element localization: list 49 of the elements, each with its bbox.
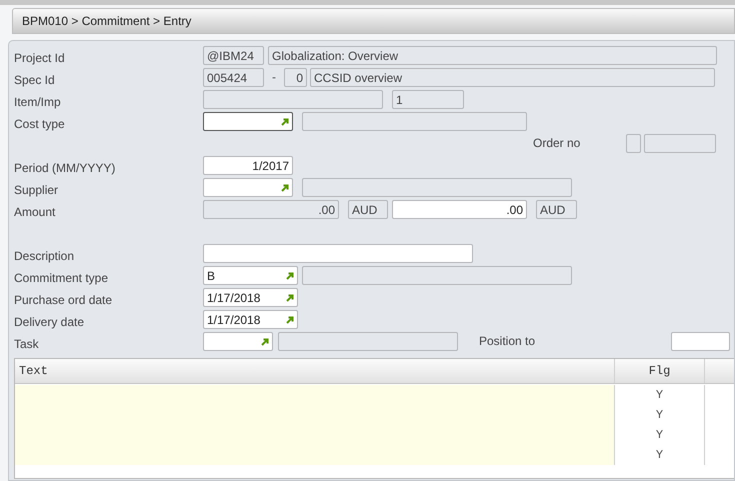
field-label: Order no (532, 135, 582, 152)
lookup-field[interactable] (203, 332, 273, 351)
flag-cell-text: Y (656, 427, 664, 444)
lookup-arrow-icon[interactable] (281, 184, 289, 192)
input-field[interactable] (671, 332, 730, 351)
readonly-field: .00 (203, 200, 339, 219)
lookup-arrow-icon[interactable] (281, 118, 289, 126)
lookup-field[interactable] (203, 178, 293, 197)
readonly-field (626, 134, 641, 153)
field-label: Spec Id (14, 73, 55, 87)
field-label: Supplier (14, 183, 58, 197)
separator-text: - (271, 69, 277, 86)
lookup-arrow-icon[interactable] (286, 316, 294, 324)
lookup-field[interactable]: 1/17/2018 (203, 288, 298, 307)
readonly-field (644, 134, 716, 153)
lookup-arrow-icon[interactable] (286, 272, 294, 280)
input-field[interactable] (203, 244, 473, 263)
field-label: Amount (14, 205, 56, 219)
readonly-field: AUD (536, 200, 577, 219)
flag-cell-text: Y (656, 447, 664, 464)
breadcrumb: BPM010 > Commitment > Entry (22, 13, 192, 30)
field-label: Description (14, 249, 74, 263)
field-label: Delivery date (14, 315, 84, 329)
field-label: Purchase ord date (14, 293, 112, 307)
field-label: Period (MM/YYYY) (14, 161, 116, 175)
field-label: Project Id (14, 51, 65, 65)
lookup-arrow-icon[interactable] (286, 294, 294, 302)
column-header: Flg (615, 359, 705, 383)
flag-cell-text: Y (656, 407, 664, 424)
flag-cell-text: Y (656, 387, 664, 404)
readonly-field: CCSID overview (310, 68, 715, 87)
lookup-field[interactable]: B (203, 266, 298, 285)
field-label: Commitment type (14, 271, 108, 285)
readonly-field: @IBM24 (203, 46, 264, 65)
lookup-field[interactable]: 1/17/2018 (203, 310, 298, 329)
lookup-arrow-icon[interactable] (261, 338, 269, 346)
field-label: Cost type (14, 117, 65, 131)
field-label: Item/Imp (14, 95, 61, 109)
input-field[interactable]: .00 (392, 200, 527, 219)
readonly-field: Globalization: Overview (268, 46, 717, 65)
field-label: Position to (478, 333, 536, 350)
readonly-field: 0 (284, 68, 307, 87)
readonly-field: 1 (392, 90, 464, 109)
field-label: Task (14, 337, 39, 351)
lookup-field[interactable] (203, 112, 293, 131)
column-header: Text (15, 359, 615, 383)
input-field[interactable]: 1/2017 (203, 156, 293, 175)
readonly-field: 005424 (203, 68, 264, 87)
readonly-field: AUD (348, 200, 388, 219)
